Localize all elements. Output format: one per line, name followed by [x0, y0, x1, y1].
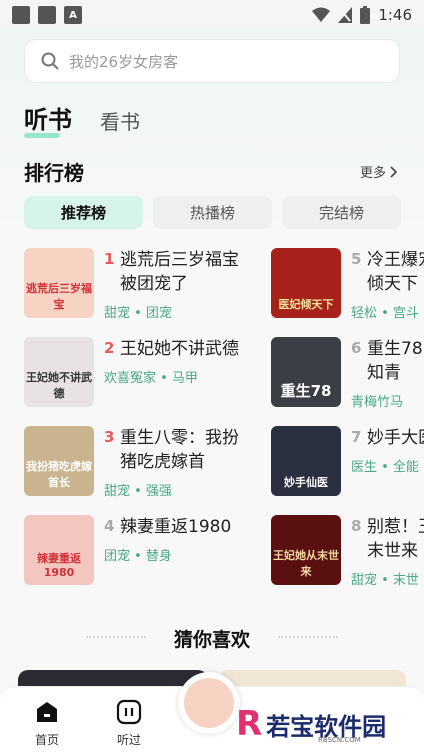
now-playing-cover	[184, 678, 234, 728]
watermark-logo: R	[236, 704, 263, 744]
more-button[interactable]: 更多	[360, 162, 398, 181]
ranking-title: 排行榜	[24, 161, 84, 185]
book-item[interactable]: 妙手仙医 7 妙手大医 医生 • 全能	[271, 426, 424, 498]
book-cover: 逃荒后三岁福宝	[24, 248, 94, 318]
search-icon	[41, 52, 59, 70]
book-item[interactable]: 王妃她不讲武德 2 王妃她不讲武德 欢喜冤家 • 马甲	[24, 337, 264, 409]
book-title: 冷王爆宠：医妃倾天下	[367, 250, 424, 294]
chevron-right-icon	[390, 165, 398, 178]
guess-you-like-title: 猜你喜欢	[173, 629, 250, 651]
watermark-subtext: RBSCN.COM	[318, 736, 361, 744]
book-item[interactable]: 医妃倾天下 5 冷王爆宠：医妃倾天下 轻松 • 宫斗	[271, 248, 424, 321]
tab-home-label: 首页	[34, 733, 59, 747]
now-playing-disc[interactable]	[178, 672, 240, 734]
book-cover: 王妃她从末世来	[271, 515, 341, 585]
book-tags: 甜宠 • 末世	[351, 573, 419, 588]
book-cover: 王妃她不讲武德	[24, 337, 94, 407]
notification-icon	[12, 6, 30, 24]
search-bar[interactable]: 我的26岁女房客	[24, 39, 400, 83]
book-title: 王妃她不讲武德	[120, 339, 239, 359]
book-item[interactable]: 重生78 6 重生78：我被女知青 青梅竹马	[271, 337, 424, 410]
chip-hot[interactable]: 热播榜	[153, 196, 272, 229]
book-title: 别惹！王妃她从末世来	[367, 517, 424, 561]
book-cover: 我扮猪吃虎嫁首长	[24, 426, 94, 496]
tab-home[interactable]: 首页	[17, 699, 77, 748]
book-title: 妙手大医	[367, 428, 424, 448]
book-title: 重生78：我被女知青	[367, 339, 424, 383]
book-title: 重生八零：我扮猪吃虎嫁首	[120, 428, 239, 472]
status-bar: A 1:46	[0, 0, 424, 30]
home-icon	[37, 702, 57, 722]
signal-icon	[338, 7, 353, 23]
book-tags: 青梅竹马	[351, 395, 404, 410]
book-title: 逃荒后三岁福宝被团宠了	[120, 250, 239, 294]
audio-history-icon	[116, 699, 142, 725]
tab-history[interactable]: 听过	[99, 699, 159, 748]
book-item[interactable]: 我扮猪吃虎嫁首长 3 重生八零：我扮猪吃虎嫁首 甜宠 • 强强	[24, 426, 264, 499]
rank-number: 2	[104, 339, 115, 357]
ranking-list: 逃荒后三岁福宝 1 逃荒后三岁福宝被团宠了 甜宠 • 团宠 王妃她不讲武德 2 王妃…	[24, 248, 424, 598]
battery-icon	[360, 6, 371, 24]
chip-recommended[interactable]: 推荐榜	[24, 196, 143, 229]
tab-history-label: 听过	[116, 733, 141, 747]
book-item[interactable]: 王妃她从末世来 8 别惹！王妃她从末世来 甜宠 • 末世	[271, 515, 424, 588]
rank-number: 8	[351, 517, 362, 535]
notification-icon: A	[64, 6, 82, 24]
chip-finished[interactable]: 完结榜	[282, 196, 401, 229]
search-placeholder: 我的26岁女房客	[69, 52, 179, 71]
rank-number: 5	[351, 250, 362, 268]
book-cover: 辣妻重返1980	[24, 515, 94, 585]
tab-read[interactable]: 看书	[100, 106, 140, 135]
clock: 1:46	[378, 6, 412, 24]
notification-icon	[38, 6, 56, 24]
content-type-tabs: 听书 看书	[24, 100, 140, 138]
watermark: R 若宝软件园	[236, 704, 386, 744]
tab-listen[interactable]: 听书	[24, 100, 72, 138]
book-title: 辣妻重返1980	[120, 517, 232, 537]
book-cover: 医妃倾天下	[271, 248, 341, 318]
wifi-icon	[312, 7, 331, 22]
book-tags: 甜宠 • 强强	[104, 484, 172, 499]
book-item[interactable]: 辣妻重返1980 4 辣妻重返1980 团宠 • 替身	[24, 515, 264, 587]
book-cover: 重生78	[271, 337, 341, 407]
rank-number: 4	[104, 517, 115, 535]
book-tags: 医生 • 全能	[351, 460, 419, 475]
ranking-filter-chips: 推荐榜 热播榜 完结榜	[24, 196, 401, 229]
book-item[interactable]: 逃荒后三岁福宝 1 逃荒后三岁福宝被团宠了 甜宠 • 团宠	[24, 248, 264, 321]
book-tags: 团宠 • 替身	[104, 549, 172, 564]
more-label: 更多	[359, 166, 386, 181]
book-tags: 轻松 • 宫斗	[351, 306, 419, 321]
rank-number: 3	[104, 428, 115, 446]
rank-number: 1	[104, 250, 115, 268]
book-tags: 甜宠 • 团宠	[104, 306, 172, 321]
rank-number: 6	[351, 339, 362, 357]
book-cover: 妙手仙医	[271, 426, 341, 496]
book-tags: 欢喜冤家 • 马甲	[104, 371, 198, 386]
rank-number: 7	[351, 428, 362, 446]
